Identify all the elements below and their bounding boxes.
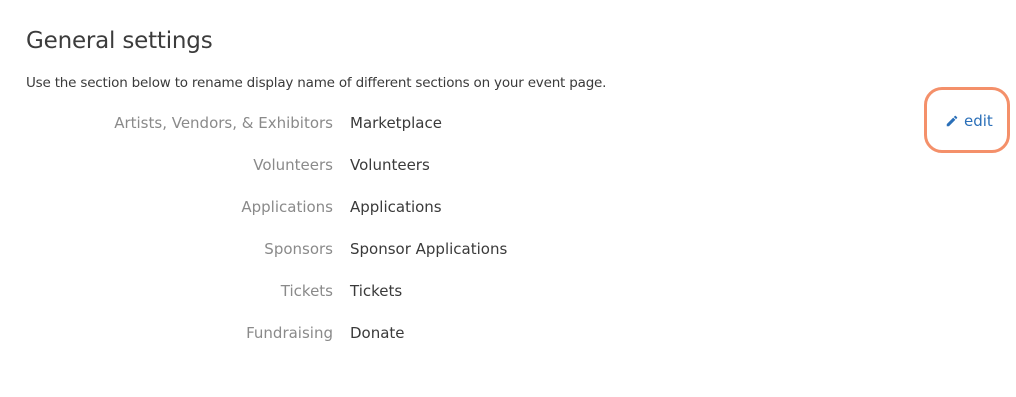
section-value: Marketplace: [350, 114, 442, 132]
section-value: Sponsor Applications: [350, 240, 508, 258]
edit-button[interactable]: edit: [945, 112, 993, 130]
page-title: General settings: [26, 28, 213, 54]
section-row-tickets: Tickets Tickets: [0, 278, 800, 320]
section-row-marketplace: Artists, Vendors, & Exhibitors Marketpla…: [0, 110, 800, 152]
section-label: Fundraising: [246, 324, 333, 342]
section-value: Volunteers: [350, 156, 430, 174]
section-row-volunteers: Volunteers Volunteers: [0, 152, 800, 194]
section-row-fundraising: Fundraising Donate: [0, 320, 800, 362]
page-description: Use the section below to rename display …: [26, 75, 607, 91]
section-value: Applications: [350, 198, 442, 216]
pencil-icon: [946, 115, 958, 127]
section-label: Sponsors: [264, 240, 333, 258]
section-row-applications: Applications Applications: [0, 194, 800, 236]
section-names-list: Artists, Vendors, & Exhibitors Marketpla…: [0, 110, 800, 362]
edit-label: edit: [964, 112, 993, 130]
section-label: Applications: [241, 198, 333, 216]
section-row-sponsors: Sponsors Sponsor Applications: [0, 236, 800, 278]
section-value: Donate: [350, 324, 405, 342]
section-label: Volunteers: [253, 156, 333, 174]
section-label: Tickets: [280, 282, 333, 300]
section-value: Tickets: [350, 282, 403, 300]
section-label: Artists, Vendors, & Exhibitors: [114, 114, 333, 132]
